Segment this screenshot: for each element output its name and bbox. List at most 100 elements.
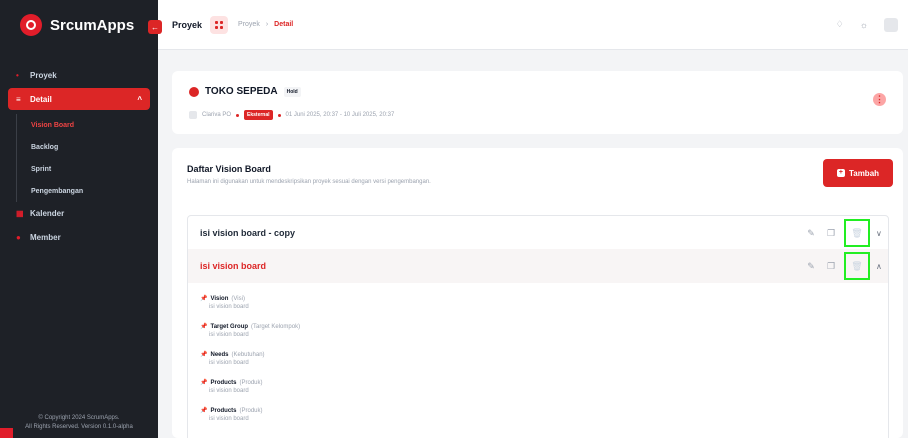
detail-label: 📌 Products (Produk) [200,407,888,415]
section-description: Halaman ini digunakan untuk mendeskripsi… [187,179,431,185]
detail-value: isi vision board [209,388,249,394]
vision-board-item-title: isi vision board [200,261,267,271]
owner-avatar-icon [189,111,197,119]
topbar-actions: ♢ ☼ [836,17,898,32]
detail-icon: ≡ [16,94,21,104]
detail-label: 📌 Products (Produk) [200,379,888,387]
pin-icon: 📌 [200,408,208,414]
chevron-up-icon: ^ [137,94,142,104]
brand-name: SrcumApps [50,16,135,34]
sidebar: SrcumApps • Proyek ≡ Detail ^ Vision Boa… [0,0,158,438]
detail-label-sub: (Produk) [239,379,263,386]
theme-sun-icon[interactable]: ☼ [860,20,868,30]
chevron-up-icon[interactable]: ∧ [876,262,884,271]
sidebar-item-kalender[interactable]: ▦ Kalender [0,202,158,224]
detail-label-text: Products [210,379,237,386]
detail-value: isi vision board [209,360,249,366]
pin-icon: 📌 [200,296,208,302]
add-button-label: Tambah [848,168,880,178]
copy-icon[interactable]: ❐ [824,259,838,273]
calendar-icon: ▦ [16,208,24,218]
project-period: 01 Juni 2025, 20:37 - 10 Juli 2025, 20:3… [285,112,395,118]
vision-board-item: isi vision board - copy ✎ ❐ 🗑 ∨ [187,215,889,251]
vision-board-details: 📌 Vision (Visi) isi vision board 📌 Target G… [188,283,888,423]
plus-icon: + [836,169,845,177]
list-item: 📌 Needs (Kebutuhan) isi vision board [200,351,888,367]
submenu-item-sprint[interactable]: Sprint [17,158,158,180]
copyright: © Copyright 2024 ScrumApps. All Rights R… [0,414,158,432]
sidebar-item-detail[interactable]: ≡ Detail ^ [8,88,150,110]
more-options-button[interactable]: ⋮ [873,93,886,106]
dot-icon: • [16,70,19,80]
detail-label-text: Needs [210,351,229,358]
section-title: Daftar Vision Board [187,164,271,174]
pin-icon: 📌 [200,324,208,330]
accordion-header[interactable]: isi vision board - copy [188,216,888,250]
pencil-icon[interactable]: ✎ [804,226,818,240]
project-grid-icon [210,15,229,34]
detail-label: 📌 Vision (Visi) [200,295,888,303]
separator-dot-icon [236,113,240,117]
project-title-row: TOKO SEPEDA Hold [189,86,301,97]
detail-label-sub: (Target Kelompok) [251,323,301,330]
detail-submenu: Vision Board Backlog Sprint Pengembangan [16,114,158,202]
page-title: Proyek [172,19,203,30]
sidebar-item-label: Kalender [30,208,65,218]
sidebar-item-label: Detail [30,94,52,104]
pencil-icon[interactable]: ✎ [804,259,818,273]
project-icon [189,86,199,97]
vision-board-item-title: isi vision board - copy [200,228,296,238]
add-vision-board-button[interactable]: + Tambah [823,159,893,187]
accordion-header[interactable]: isi vision board [188,249,888,283]
user-icon: ● [16,232,21,242]
sidebar-menu: • Proyek ≡ Detail ^ Vision Board Backlog… [0,64,158,248]
notification-bell-icon[interactable]: ♢ [836,19,844,30]
pin-icon: 📌 [200,352,208,358]
project-name: TOKO SEPEDA [205,86,278,97]
detail-label: 📌 Needs (Kebutuhan) [200,351,888,359]
copyright-line-1: © Copyright 2024 ScrumApps. [38,415,120,421]
list-item: 📌 Vision (Visi) isi vision board [200,295,888,311]
trash-icon[interactable]: 🗑 [844,219,870,247]
submenu-item-pengembangan[interactable]: Pengembangan [17,180,158,202]
detail-label-text: Products [210,407,237,414]
avatar[interactable] [884,17,898,32]
flip-badge-icon [0,428,13,438]
sidebar-item-member[interactable]: ● Member [0,226,158,248]
project-owner: Clariva PO [202,112,232,118]
trash-icon[interactable]: 🗑 [844,252,870,280]
detail-label-text: Target Group [210,323,249,330]
sidebar-item-proyek[interactable]: • Proyek [0,64,158,86]
item-actions: ✎ ❐ 🗑 ∨ [804,216,884,250]
list-item: 📌 Products (Produk) isi vision board [200,379,888,395]
copy-icon[interactable]: ❐ [824,226,838,240]
pin-icon: 📌 [200,380,208,386]
detail-label: 📌 Target Group (Target Kelompok) [200,323,888,331]
project-meta: Clariva PO Eksternal 01 Juni 2025, 20:37… [189,110,394,120]
sidebar-item-label: Member [30,232,61,242]
item-actions: ✎ ❐ 🗑 ∧ [804,249,884,283]
project-card: TOKO SEPEDA Hold Clariva PO Eksternal 01… [172,71,903,134]
topbar: ← Proyek Proyek › Detail ♢ ☼ [148,0,908,50]
separator-dot-icon [277,113,281,117]
submenu-item-vision-board[interactable]: Vision Board [17,114,158,136]
detail-value: isi vision board [209,304,249,310]
detail-label-sub: (Visi) [231,295,245,302]
collapse-sidebar-button[interactable]: ← [148,20,162,34]
sidebar-item-label: Proyek [30,70,57,80]
detail-value: isi vision board [209,416,249,422]
list-item: 📌 Target Group (Target Kelompok) isi visio… [200,323,888,339]
breadcrumb-separator-icon: › [265,21,269,28]
breadcrumb-proyek[interactable]: Proyek [238,21,260,28]
detail-label-sub: (Kebutuhan) [231,351,265,358]
status-badge: Hold [283,86,301,97]
brand[interactable]: SrcumApps [0,0,158,50]
scrumapps-logo-icon [20,14,42,36]
list-item: 📌 Products (Produk) isi vision board [200,407,888,423]
chevron-down-icon[interactable]: ∨ [876,229,884,238]
breadcrumb-detail: Detail [274,21,294,28]
detail-value: isi vision board [209,332,249,338]
copyright-line-2: All Rights Reserved. Version 0.1.0-alpha [25,424,133,430]
vision-board-item: isi vision board ✎ ❐ 🗑 ∧ 📌 Vision (Visi) i… [187,249,889,438]
submenu-item-backlog[interactable]: Backlog [17,136,158,158]
